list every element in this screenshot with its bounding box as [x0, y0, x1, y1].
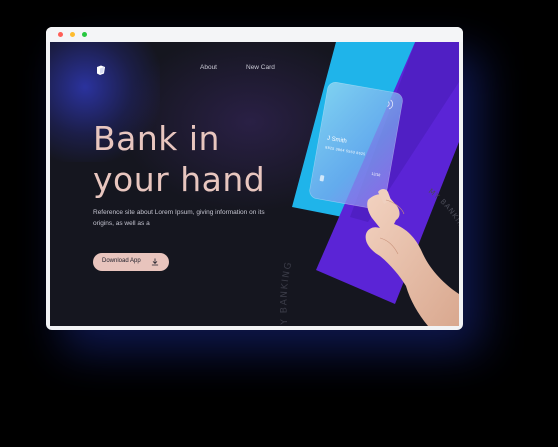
hero-description: Reference site about Lorem Ipsum, giving…: [93, 209, 265, 227]
nav-link-about[interactable]: About: [200, 64, 217, 71]
close-window-button[interactable]: [58, 32, 63, 37]
screenshot-stage: MY BANKING MY BANKING J Smith 8825 3864 …: [0, 0, 558, 447]
download-icon: [151, 258, 159, 266]
book-icon[interactable]: [95, 64, 107, 76]
maximize-window-button[interactable]: [82, 32, 87, 37]
browser-titlebar: [46, 27, 463, 42]
browser-window: MY BANKING MY BANKING J Smith 8825 3864 …: [46, 27, 463, 330]
download-app-label: Download App: [102, 258, 141, 264]
hero-title: Bank in your hand: [93, 119, 266, 199]
curved-banking-text: MY BANKING: [280, 260, 295, 326]
nav-link-new-card[interactable]: New Card: [246, 64, 275, 71]
download-app-button[interactable]: Download App: [93, 253, 169, 271]
minimize-window-button[interactable]: [70, 32, 75, 37]
page-viewport: MY BANKING MY BANKING J Smith 8825 3864 …: [50, 42, 459, 326]
